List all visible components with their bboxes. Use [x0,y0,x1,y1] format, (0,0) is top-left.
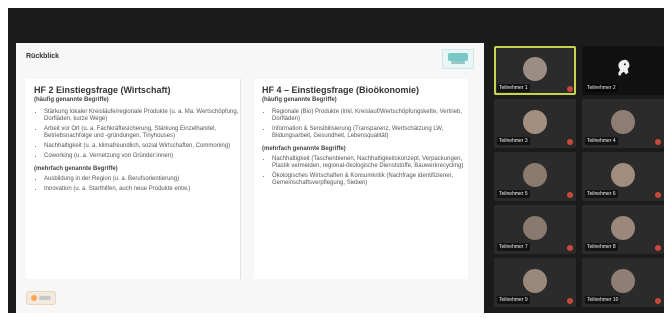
right-heading: HF 4 – Einstiegsfrage (Bioökonomie) [262,85,420,95]
avatar [523,56,547,81]
footer-logo-icon [26,291,56,305]
avatar [611,268,635,293]
list-item: Stärkung lokaler Kreisläufe/regionale Pr… [44,109,240,123]
shared-slide: Rückblick HF 2 Einstiegsfrage (Wirtschaf… [16,43,484,313]
right-subtitle: (häufig genannte Begriffe) [262,97,337,103]
mic-muted-icon [655,192,661,198]
avatar [611,109,635,134]
video-meeting-window: Rückblick HF 2 Einstiegsfrage (Wirtschaf… [8,8,664,313]
list-item: Innovation (u. a. Starthilfen, auch neue… [44,186,240,193]
list-item: Arbeit vor Ort (u. a. Fachkräftesicherun… [44,126,240,140]
avatar [523,268,547,293]
right-panel: HF 4 – Einstiegsfrage (Bioökonomie) (häu… [254,79,468,279]
mic-muted-icon [567,86,573,92]
participant-tile[interactable]: Teilnehmer 10 [582,258,664,307]
mic-muted-icon [655,139,661,145]
participant-name: Teilnehmer 5 [497,190,530,198]
horse-icon [612,57,634,79]
left-heading: HF 2 Einstiegsfrage (Wirtschaft) [34,85,171,95]
right-list-2: Nachhaltigkeit (Taschenbienen, Nachhalti… [264,156,468,187]
mic-muted-icon [567,245,573,251]
left-subtitle: (häufig genannte Begriffe) [34,97,109,103]
participant-name: Teilnehmer 9 [497,296,530,304]
avatar [523,109,547,134]
mic-muted-icon [567,298,573,304]
participant-name: Teilnehmer 7 [497,243,530,251]
avatar [611,162,635,187]
right-list: Regionale (Bio) Produkte (inkl. Kreislau… [264,109,468,140]
mic-muted-icon [567,192,573,198]
participant-gallery: Teilnehmer 1 Teilnehmer 2 Teilnehmer 3 T… [494,46,664,308]
list-item: Coworking (u. a. Vernetzung von Gründer:… [44,153,240,160]
participant-tile[interactable]: Teilnehmer 1 [494,46,576,95]
left-panel: HF 2 Einstiegsfrage (Wirtschaft) (häufig… [26,79,241,279]
mic-muted-icon [655,298,661,304]
participant-name: Teilnehmer 2 [585,84,618,92]
avatar [523,162,547,187]
list-item: Nachhaltigkeit (u. a. klimafreundlich, s… [44,143,240,150]
participant-tile[interactable]: Teilnehmer 8 [582,205,664,254]
logo-icon [442,49,474,69]
left-list: Stärkung lokaler Kreisläufe/regionale Pr… [36,109,240,160]
participant-tile[interactable]: Teilnehmer 4 [582,99,664,148]
avatar [523,215,547,240]
participant-tile[interactable]: Teilnehmer 6 [582,152,664,201]
right-section-2: (mehrfach genannte Begriffe) [262,146,346,152]
list-item: Nachhaltigkeit (Taschenbienen, Nachhalti… [272,156,468,170]
list-item: Ausbildung in der Region (u. a. Berufsor… [44,176,240,183]
participant-name: Teilnehmer 1 [497,84,530,92]
list-item: Information & Sensibilisierung (Transpar… [272,126,468,140]
participant-tile[interactable]: Teilnehmer 2 [582,46,664,95]
participant-name: Teilnehmer 6 [585,190,618,198]
participant-tile[interactable]: Teilnehmer 5 [494,152,576,201]
participant-tile[interactable]: Teilnehmer 7 [494,205,576,254]
mic-muted-icon [567,139,573,145]
participant-tile[interactable]: Teilnehmer 9 [494,258,576,307]
participant-name: Teilnehmer 3 [497,137,530,145]
list-item: Ökologisches Wirtschaften & Konsumkritik… [272,173,468,187]
screenshot-frame: Rückblick HF 2 Einstiegsfrage (Wirtschaf… [0,0,672,325]
slide-title: Rückblick [26,53,60,60]
left-section-2: (mehrfach genannte Begriffe) [34,166,118,172]
participant-name: Teilnehmer 8 [585,243,618,251]
left-list-2: Ausbildung in der Region (u. a. Berufsor… [36,176,240,193]
mic-muted-icon [655,245,661,251]
list-item: Regionale (Bio) Produkte (inkl. Kreislau… [272,109,468,123]
participant-name: Teilnehmer 4 [585,137,618,145]
avatar [611,215,635,240]
participant-name: Teilnehmer 10 [585,296,621,304]
participant-tile[interactable]: Teilnehmer 3 [494,99,576,148]
